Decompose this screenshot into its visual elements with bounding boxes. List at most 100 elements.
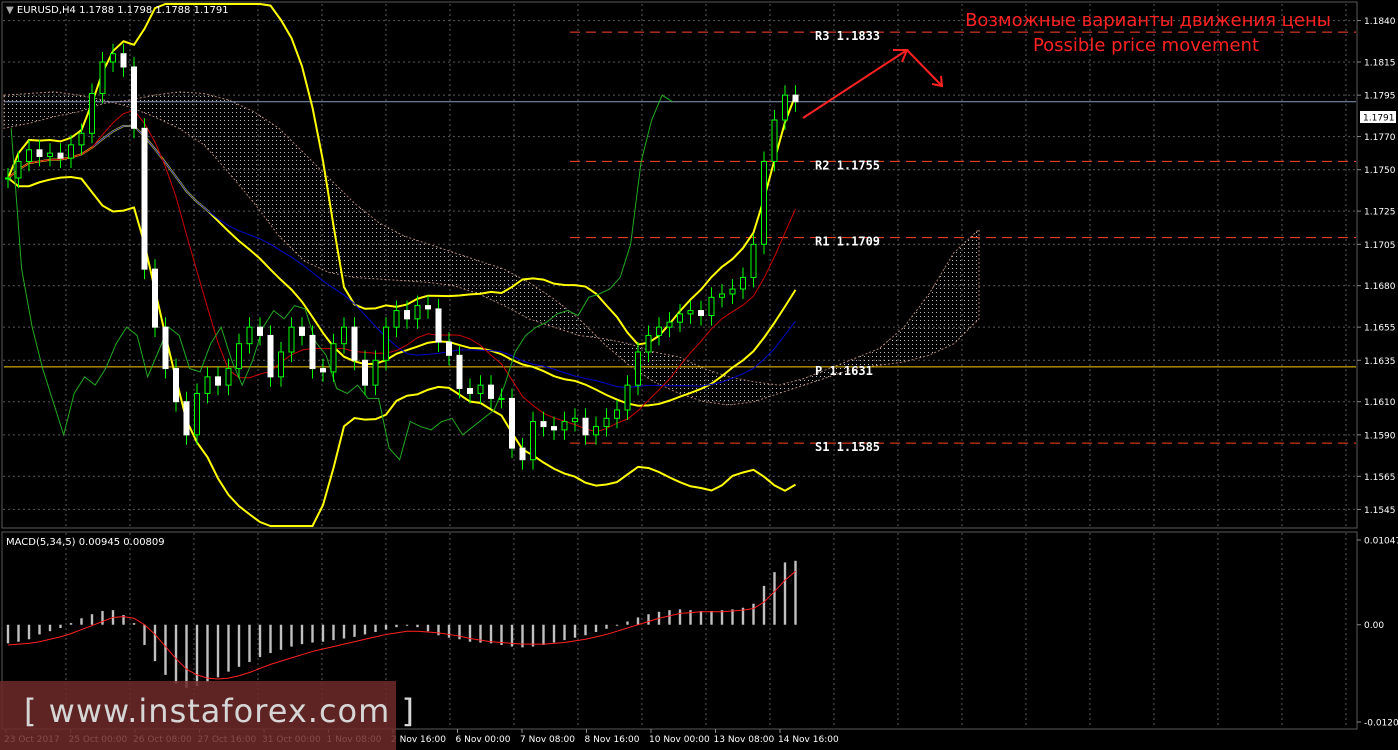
candle-body <box>309 334 316 370</box>
macd-bar <box>762 585 766 625</box>
time-tick-label: 6 Nov 00:00 <box>456 735 511 745</box>
price-tick-label: 1.1750 <box>1364 166 1396 176</box>
macd-bar <box>752 603 755 625</box>
candle-body <box>782 94 788 121</box>
time-tick-label: 13 Nov 08:00 <box>714 735 775 745</box>
candle-body <box>624 384 631 411</box>
macd-bar <box>143 624 146 645</box>
price-tick-label: 1.1815 <box>1364 59 1396 69</box>
macd-bar <box>69 623 73 625</box>
macd-bar <box>195 624 199 687</box>
price-tick-label: 1.1635 <box>1364 357 1396 367</box>
price-tick-label: 1.1680 <box>1364 282 1396 292</box>
candle-body <box>708 296 715 317</box>
time-tick-label: 7 Nov 08:00 <box>520 735 575 745</box>
candle-body <box>677 313 683 323</box>
candle-body <box>15 160 22 179</box>
macd-bar <box>332 624 335 641</box>
candle-body <box>330 343 337 373</box>
macd-bar <box>269 624 272 654</box>
macd-bar <box>489 624 493 644</box>
candle-body <box>488 384 494 399</box>
candle-body <box>351 326 358 361</box>
candle-body <box>89 92 95 134</box>
macd-bar <box>80 618 83 625</box>
time-tick-label: 10 Nov 00:00 <box>649 735 710 745</box>
macd-bar <box>153 624 157 662</box>
macd-bar <box>720 610 724 625</box>
candle-body <box>341 326 347 345</box>
macd-title: MACD(5,34,5) 0.00945 0.00809 <box>6 537 165 548</box>
candle-body <box>603 417 610 428</box>
candle-body <box>393 310 400 328</box>
candle-body <box>278 351 284 378</box>
time-tick-label: 14 Nov 16:00 <box>778 735 839 745</box>
candle-body <box>110 53 116 63</box>
pivot-level-label: R2 1.1755 <box>815 158 880 172</box>
current-price-label: 1.1791 <box>1363 114 1395 124</box>
symbol-header: ▼ EURUSD,H4 1.1788 1.1798 1.1788 1.1791 <box>6 5 229 16</box>
candle-body <box>519 447 526 461</box>
pivot-level-label: R3 1.1833 <box>815 29 880 43</box>
pivot-level-label: S1 1.1585 <box>815 440 880 454</box>
macd-bar <box>353 624 356 637</box>
macd-bar <box>636 617 640 625</box>
macd-bar <box>678 609 682 625</box>
price-tick-label: 1.1770 <box>1364 133 1396 143</box>
candle-body <box>656 326 662 336</box>
candle-body <box>267 334 274 378</box>
candle-body <box>78 132 85 146</box>
macd-bar <box>206 624 209 683</box>
candle-body <box>593 426 599 436</box>
macd-bar <box>27 624 31 640</box>
macd-bar <box>573 624 577 638</box>
price-tick-label: 1.1705 <box>1364 241 1396 251</box>
macd-bar <box>563 624 566 641</box>
candle-body <box>425 305 431 310</box>
candle-body <box>173 368 179 403</box>
price-tick-label: 1.1545 <box>1364 506 1396 516</box>
macd-bar <box>227 624 230 672</box>
candle-body <box>414 305 421 320</box>
candle-body <box>225 368 232 386</box>
macd-tick-label: 0.00 <box>1364 621 1384 631</box>
macd-bar <box>311 624 314 643</box>
pivot-level-label: P 1.1631 <box>815 364 873 378</box>
macd-bar <box>59 624 62 628</box>
candle-body <box>498 397 505 400</box>
macd-tick-label: -0.01202 <box>1364 719 1398 729</box>
candle-body <box>194 392 200 436</box>
candle-body <box>215 376 221 386</box>
candle-body <box>257 326 263 336</box>
candle-body <box>719 293 725 298</box>
price-tick-label: 1.1610 <box>1364 398 1396 408</box>
candle-body <box>36 149 43 157</box>
candle-body <box>99 61 106 94</box>
candle-body <box>435 308 442 343</box>
price-tick-label: 1.1655 <box>1364 324 1396 334</box>
macd-bar <box>447 624 451 638</box>
macd-bar <box>594 624 598 633</box>
macd-bar <box>321 624 325 642</box>
candle-body <box>551 426 557 431</box>
macd-bar <box>647 614 650 625</box>
candle-body <box>614 409 620 419</box>
macd-bar <box>468 624 472 642</box>
candle-body <box>729 288 736 295</box>
time-tick-label: 2 Nov 16:00 <box>391 735 446 745</box>
macd-bar <box>384 624 388 630</box>
price-tick-label: 1.1840 <box>1364 17 1396 27</box>
candle-body <box>246 326 253 345</box>
macd-bar <box>395 624 398 628</box>
candle-body <box>792 94 799 103</box>
candle-body <box>446 341 452 356</box>
macd-bar <box>542 624 545 645</box>
candle-body <box>288 326 295 353</box>
macd-bar <box>405 624 409 626</box>
candle-body <box>750 243 757 278</box>
macd-bar <box>374 624 377 633</box>
candle-body <box>5 177 11 180</box>
candle-body <box>183 401 190 436</box>
macd-bar <box>363 624 367 635</box>
candle-body <box>320 368 326 373</box>
